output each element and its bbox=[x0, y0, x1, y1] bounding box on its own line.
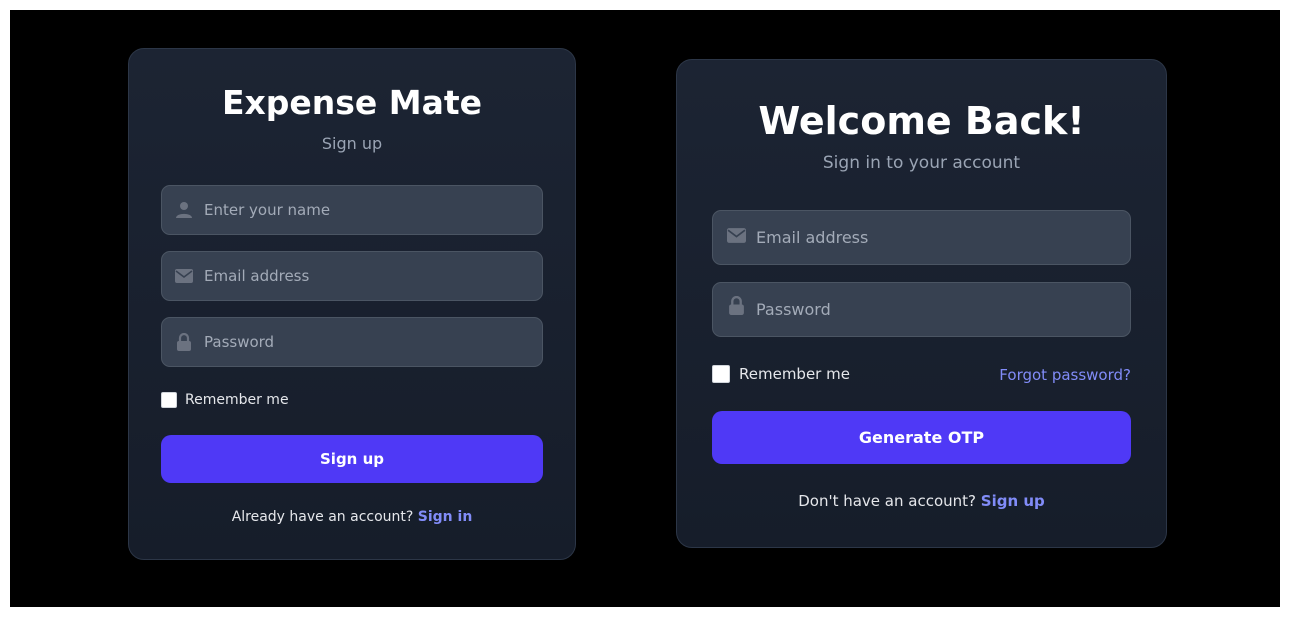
user-icon bbox=[174, 200, 194, 220]
lock-icon bbox=[174, 332, 194, 352]
lock-icon bbox=[726, 295, 746, 315]
signin-email-input[interactable] bbox=[756, 211, 1130, 264]
signin-remember-label: Remember me bbox=[739, 365, 850, 383]
signup-password-input[interactable] bbox=[204, 318, 542, 366]
signin-footer: Don't have an account? Sign up bbox=[677, 492, 1166, 510]
signup-password-field[interactable] bbox=[161, 317, 543, 367]
welcome-title: Welcome Back! bbox=[758, 99, 1085, 143]
name-input[interactable] bbox=[204, 186, 542, 234]
signin-remember-row[interactable]: Remember me bbox=[712, 365, 850, 383]
signin-card: Welcome Back! Sign in to your account Re… bbox=[676, 59, 1167, 548]
generate-otp-button[interactable]: Generate OTP bbox=[712, 411, 1131, 464]
signup-button[interactable]: Sign up bbox=[161, 435, 543, 483]
signin-footer-text: Don't have an account? bbox=[798, 492, 976, 510]
signin-subtitle: Sign in to your account bbox=[822, 153, 1021, 173]
signup-link[interactable]: Sign up bbox=[981, 492, 1045, 510]
signup-remember-label: Remember me bbox=[185, 392, 289, 408]
signup-card: Expense Mate Sign up Remember me Sign up… bbox=[128, 48, 576, 560]
envelope-icon bbox=[174, 266, 194, 286]
signup-footer: Already have an account? Sign in bbox=[129, 509, 575, 525]
signin-email-field[interactable] bbox=[712, 210, 1131, 265]
signup-remember-checkbox[interactable] bbox=[161, 392, 177, 408]
signin-remember-checkbox[interactable] bbox=[712, 365, 730, 383]
signup-subtitle: Sign up bbox=[321, 134, 383, 153]
name-field[interactable] bbox=[161, 185, 543, 235]
forgot-password-link[interactable]: Forgot password? bbox=[999, 366, 1131, 384]
signup-email-input[interactable] bbox=[204, 252, 542, 300]
signin-password-input[interactable] bbox=[756, 283, 1130, 336]
signup-email-field[interactable] bbox=[161, 251, 543, 301]
signin-password-field[interactable] bbox=[712, 282, 1131, 337]
envelope-icon bbox=[726, 225, 746, 245]
app-title: Expense Mate bbox=[221, 83, 483, 122]
signup-footer-text: Already have an account? bbox=[231, 509, 414, 525]
signup-remember-row[interactable]: Remember me bbox=[161, 392, 289, 408]
signin-link[interactable]: Sign in bbox=[418, 509, 473, 525]
